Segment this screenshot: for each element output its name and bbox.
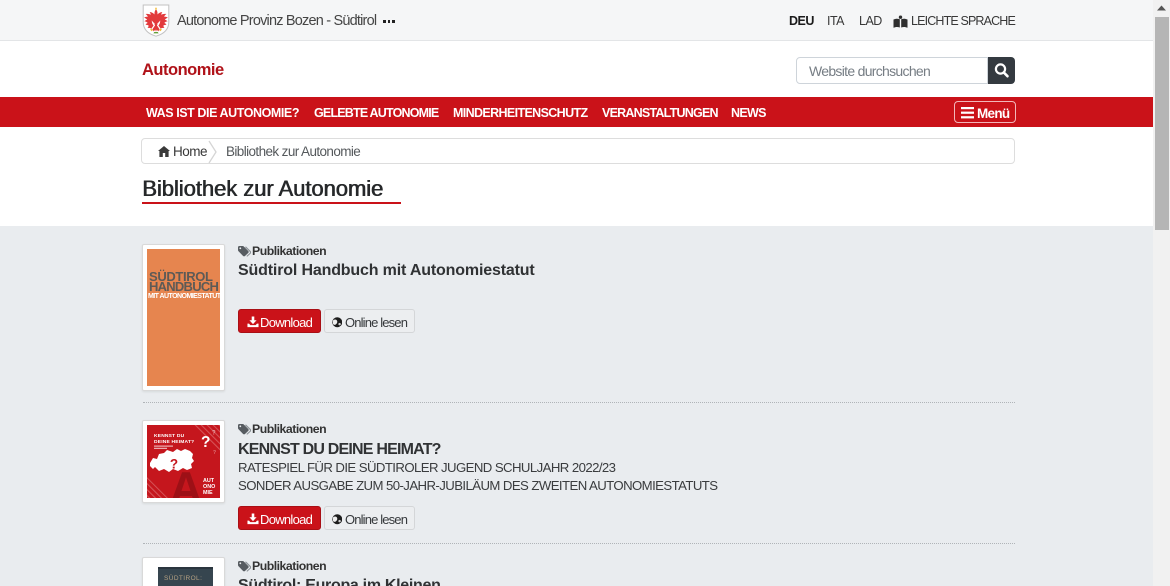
svg-text:DEINE HEIMAT?: DEINE HEIMAT? xyxy=(154,439,194,445)
svg-text:KENNST DU: KENNST DU xyxy=(154,433,185,439)
svg-text:MIE: MIE xyxy=(203,490,213,496)
svg-text:?: ? xyxy=(170,457,178,472)
svg-text:?: ? xyxy=(213,450,216,456)
svg-text:?: ? xyxy=(201,434,210,451)
svg-text:?: ? xyxy=(212,431,216,437)
